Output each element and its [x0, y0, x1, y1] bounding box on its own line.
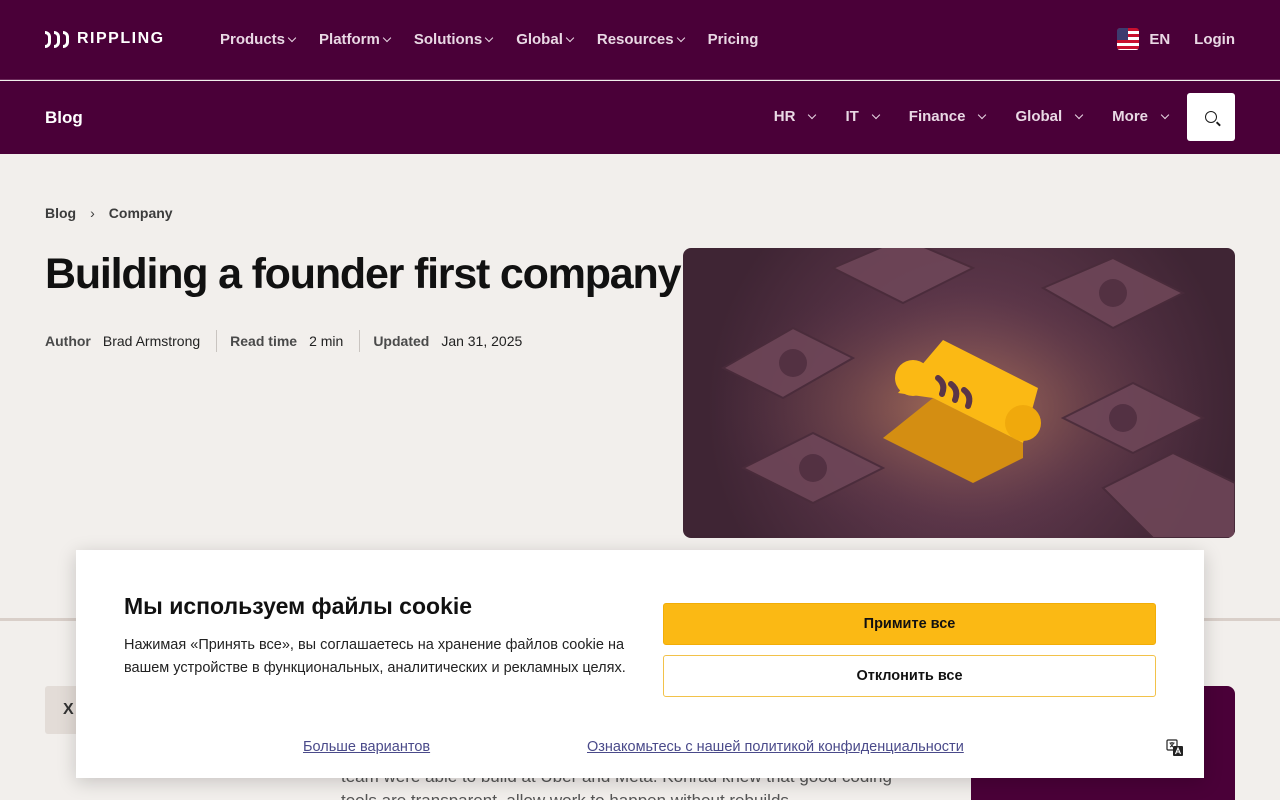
rippling-logo[interactable]: RIPPLING	[45, 30, 165, 48]
login-link[interactable]: Login	[1194, 31, 1235, 48]
nav-solutions[interactable]: Solutions	[414, 31, 494, 48]
nav-resources[interactable]: Resources	[597, 31, 685, 48]
search-button[interactable]	[1187, 93, 1235, 141]
chevron-down-icon	[287, 33, 297, 42]
search-icon	[1205, 111, 1217, 123]
category-more[interactable]: More	[1112, 108, 1170, 125]
chevron-down-icon	[565, 33, 575, 42]
breadcrumb-blog[interactable]: Blog	[45, 205, 76, 221]
updated-date: Jan 31, 2025	[441, 333, 523, 349]
author-meta: Author Brad Armstrong	[45, 330, 218, 352]
top-navigation: RIPPLING Products Platform Solutions Glo…	[0, 0, 1280, 80]
author-name: Brad Armstrong	[102, 333, 201, 349]
updated-meta: Updated Jan 31, 2025	[373, 330, 538, 352]
translate-icon[interactable]	[1166, 739, 1184, 757]
chevron-down-icon	[484, 33, 494, 42]
main-menu: Products Platform Solutions Global Resou…	[220, 31, 758, 48]
reject-all-button[interactable]: Отклонить все	[663, 655, 1156, 697]
readtime-label: Read time	[230, 333, 298, 349]
chevron-down-icon	[871, 110, 881, 119]
hero-image	[683, 248, 1235, 538]
chevron-down-icon	[676, 33, 685, 42]
breadcrumb-company[interactable]: Company	[109, 205, 173, 221]
category-global[interactable]: Global	[1015, 108, 1084, 125]
accept-all-button[interactable]: Примите все	[663, 603, 1156, 645]
language-selector[interactable]: EN	[1149, 31, 1170, 48]
cookie-title: Мы используем файлы cookie	[124, 593, 473, 619]
updated-label: Updated	[373, 333, 430, 349]
chevron-down-icon	[382, 33, 392, 42]
blog-category-menu: HR IT Finance Global More	[774, 108, 1170, 125]
cookie-consent-dialog: Мы используем файлы cookie Нажимая «Прин…	[76, 550, 1204, 778]
brand-name: RIPPLING	[77, 30, 165, 47]
us-flag-icon[interactable]	[1117, 28, 1140, 50]
nav-products[interactable]: Products	[220, 31, 297, 48]
blog-title[interactable]: Blog	[45, 108, 83, 128]
rippling-logo-icon	[45, 30, 69, 48]
readtime-value: 2 min	[309, 333, 344, 349]
author-label: Author	[45, 333, 91, 349]
nav-global[interactable]: Global	[516, 31, 575, 48]
nav-platform[interactable]: Platform	[319, 31, 392, 48]
blog-subnav: Blog HR IT Finance Global More	[0, 81, 1280, 154]
breadcrumb-separator: ›	[90, 205, 95, 221]
chevron-down-icon	[1160, 110, 1170, 119]
chevron-down-icon	[1074, 110, 1084, 119]
puzzle-illustration	[683, 248, 1235, 538]
chevron-down-icon	[978, 110, 987, 119]
category-hr[interactable]: HR	[774, 108, 817, 125]
readtime-meta: Read time 2 min	[230, 330, 361, 352]
more-options-link[interactable]: Больше вариантов	[303, 739, 430, 755]
right-nav: EN Login	[1117, 28, 1235, 50]
article-title: Building a founder first company	[45, 250, 682, 298]
breadcrumb: Blog › Company	[45, 205, 173, 221]
privacy-policy-link[interactable]: Ознакомьтесь с нашей политикой конфиденц…	[587, 739, 964, 755]
chevron-down-icon	[808, 110, 817, 119]
category-it[interactable]: IT	[845, 108, 881, 125]
cookie-description: Нажимая «Принять все», вы соглашаетесь н…	[124, 637, 626, 676]
x-icon: X	[63, 701, 74, 718]
category-finance[interactable]: Finance	[909, 108, 987, 125]
nav-pricing[interactable]: Pricing	[708, 31, 759, 48]
article-meta: Author Brad Armstrong Read time 2 min Up…	[45, 330, 551, 352]
